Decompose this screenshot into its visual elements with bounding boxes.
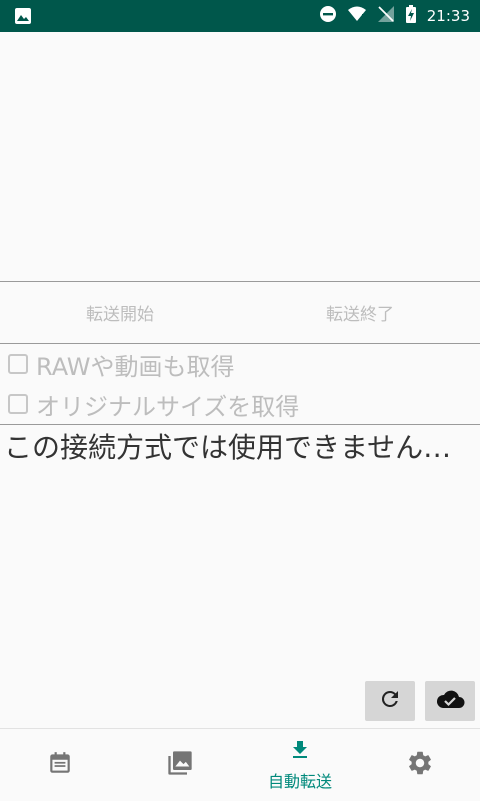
nav-calendar[interactable] xyxy=(0,729,120,801)
status-bar: 21:33 xyxy=(0,0,480,32)
photo-library-icon xyxy=(166,749,194,781)
wifi-icon xyxy=(347,5,367,27)
do-not-disturb-icon xyxy=(319,5,337,27)
cloud-sync-button[interactable] xyxy=(425,681,475,721)
status-message: この接続方式では使用できません… xyxy=(4,431,452,464)
nav-auto-transfer-label: 自動転送 xyxy=(267,772,332,791)
gear-icon xyxy=(406,749,434,781)
transfer-controls: 転送開始 転送終了 xyxy=(0,282,480,343)
nav-auto-transfer[interactable]: 自動転送 xyxy=(240,729,360,801)
raw-video-option[interactable]: RAWや動画も取得 xyxy=(8,345,235,383)
option-label: RAWや動画も取得 xyxy=(36,352,235,381)
no-signal-icon xyxy=(377,5,395,27)
nav-photos[interactable] xyxy=(120,729,240,801)
divider xyxy=(0,343,480,344)
preview-area xyxy=(0,32,480,281)
divider xyxy=(0,424,480,425)
nav-settings[interactable] xyxy=(360,729,480,801)
image-icon xyxy=(14,7,32,25)
original-size-option[interactable]: オリジナルサイズを取得 xyxy=(8,385,299,423)
cloud-check-icon xyxy=(435,687,465,715)
checkbox[interactable] xyxy=(8,394,28,414)
refresh-button[interactable] xyxy=(365,681,415,721)
calendar-icon xyxy=(47,750,73,780)
end-transfer-button[interactable]: 転送終了 xyxy=(240,282,480,343)
battery-charging-icon xyxy=(405,5,417,27)
option-label: オリジナルサイズを取得 xyxy=(36,392,300,421)
checkbox[interactable] xyxy=(8,354,28,374)
refresh-icon xyxy=(378,687,402,715)
start-transfer-button[interactable]: 転送開始 xyxy=(0,282,240,343)
bottom-navigation: 自動転送 xyxy=(0,728,480,801)
clock-time: 21:33 xyxy=(426,7,470,25)
download-icon xyxy=(288,738,312,766)
